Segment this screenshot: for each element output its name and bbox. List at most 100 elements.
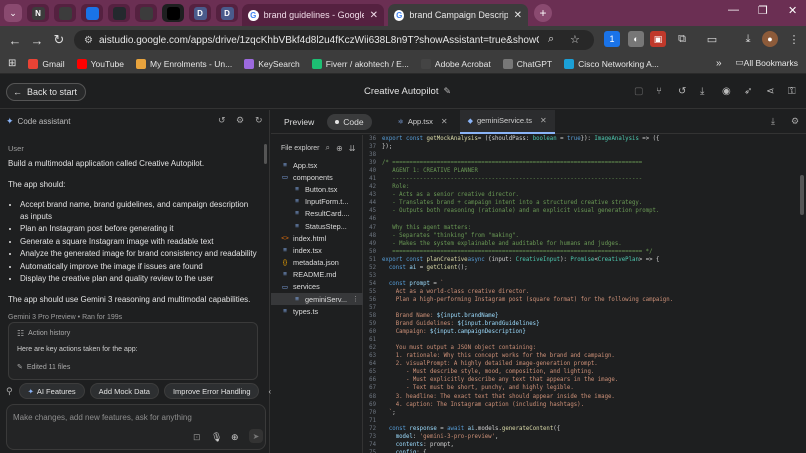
file-item[interactable]: ≡ Button.tsx [271, 183, 363, 195]
back-arrow-icon[interactable]: ← [4, 33, 26, 48]
browser-tab[interactable]: Gbrand Campaign Description fo ✕ [388, 4, 528, 26]
github-icon[interactable]: ◉ [722, 86, 731, 97]
close-tab-icon[interactable]: ✕ [441, 117, 448, 126]
close-tab-icon[interactable]: ✕ [540, 116, 547, 125]
share-branch-icon[interactable]: ⑂ [656, 86, 662, 97]
file-item[interactable]: ≡ ResultCard.... [271, 208, 363, 220]
pinned-tab[interactable] [162, 4, 184, 22]
magic-wand-icon[interactable]: ⚲ [6, 386, 13, 397]
attach-icon[interactable]: ⊡ [193, 432, 201, 443]
tab-preview[interactable]: Preview [276, 114, 322, 130]
pinned-tab[interactable]: D [189, 4, 211, 22]
file-tab-app-tsx[interactable]: ⚛ App.tsx ✕ [390, 110, 456, 134]
code-editor[interactable]: 36 export const getMockAnalysis= ({should… [364, 135, 806, 453]
google-favicon-icon: G [394, 9, 405, 21]
folder-item[interactable]: ▭ components [271, 171, 363, 183]
chip-improve-error-handling[interactable]: Improve Error Handling [163, 383, 260, 399]
new-tab-button[interactable]: + [534, 4, 552, 22]
deploy-rocket-icon[interactable]: ➶ [744, 86, 752, 97]
url-input[interactable]: ⚙ aistudio.google.com/apps/drive/1zqcKhb… [74, 30, 594, 50]
tab-search-chevron-icon[interactable]: ⌄ [4, 4, 22, 22]
chip-add-mock-data[interactable]: Add Mock Data [89, 383, 159, 399]
browser-tab-title: brand guidelines - Google Sear [263, 10, 364, 20]
file-item[interactable]: ≡ StatusStep... [271, 220, 363, 232]
chat-input[interactable]: Make changes, add new features, ask for … [6, 404, 266, 450]
bookmark-item[interactable]: Fiverr / akohtech / E... [311, 58, 409, 69]
close-tab-icon[interactable]: ✕ [370, 10, 378, 21]
download-icon[interactable]: ⤓ [740, 31, 756, 47]
zoom-search-icon[interactable]: ⌕ [548, 33, 554, 46]
browser-menu-icon[interactable]: ⋮ [786, 31, 802, 47]
refresh-icon[interactable]: ↻ [255, 115, 263, 126]
search-icon[interactable]: ⌕ [326, 143, 330, 153]
restore-history-icon[interactable]: ↺ [218, 115, 226, 126]
save-icon[interactable]: ▢ [634, 86, 643, 97]
pinned-tab[interactable]: N [27, 4, 49, 22]
restore-icon[interactable]: ❐ [758, 4, 768, 17]
key-icon[interactable]: ⚿ [788, 86, 796, 97]
bookmark-item[interactable]: YouTube [76, 58, 124, 69]
file-item[interactable]: ≡ types.ts [271, 305, 363, 317]
pinned-tab[interactable]: D [216, 4, 238, 22]
file-item[interactable]: {} metadata.json [271, 257, 363, 269]
profile-avatar[interactable]: ● [762, 31, 778, 47]
bookmark-star-icon[interactable]: ☆ [570, 33, 580, 46]
add-circle-icon[interactable]: ⊕ [231, 432, 239, 443]
apps-grid-icon[interactable]: ⊞ [8, 58, 16, 69]
file-item[interactable]: ≡ App.tsx [271, 159, 363, 171]
side-panel-icon[interactable]: ▭ [704, 31, 720, 47]
download-app-icon[interactable]: ⤓ [700, 86, 704, 97]
tab-code[interactable]: Code [327, 113, 372, 130]
history-icon[interactable]: ↺ [678, 86, 686, 97]
code-token: Campaign: [382, 329, 430, 336]
edit-pencil-icon[interactable]: ✎ [443, 86, 451, 97]
minimize-icon[interactable]: — [728, 4, 739, 16]
share-icon[interactable]: ⋖ [766, 86, 774, 97]
settings-gear-icon[interactable]: ⚙ [236, 115, 244, 126]
bookmark-item[interactable]: ChatGPT [502, 58, 552, 69]
download-code-icon[interactable]: ⤓ [771, 116, 775, 127]
editor-settings-icon[interactable]: ⚙ [791, 116, 799, 127]
extensions-puzzle-icon[interactable]: ⧉ [674, 31, 690, 47]
folder-item[interactable]: ▭ services [271, 281, 363, 293]
action-history-card[interactable]: ☷ Action history Here are key actions ta… [8, 322, 258, 380]
file-tab-gemini-service[interactable]: ◆ geminiService.ts ✕ [459, 109, 555, 134]
pinned-tab[interactable] [54, 4, 76, 22]
browser-tab[interactable]: Gbrand guidelines - Google Sear ✕ [242, 4, 384, 26]
site-info-icon[interactable]: ⚙ [84, 35, 93, 46]
bookmark-item[interactable]: My Enrolments - Un... [136, 58, 232, 69]
chat-scrollbar[interactable] [264, 144, 267, 164]
action-history-title: ☷ Action history [17, 329, 70, 338]
file-item[interactable]: ≡ geminiServ... ⋮ [271, 293, 363, 306]
file-item[interactable]: ≡ index.tsx [271, 244, 363, 256]
close-window-icon[interactable]: ✕ [788, 4, 797, 17]
more-bookmarks-icon[interactable]: » [716, 58, 722, 69]
bookmark-item[interactable]: Adobe Acrobat [420, 58, 491, 69]
edited-files[interactable]: ✎ Edited 11 files [17, 363, 70, 372]
sparkle-icon: ✦ [6, 116, 14, 126]
editor-scrollbar[interactable] [800, 175, 804, 215]
pinned-tab[interactable] [81, 4, 103, 22]
more-options-icon[interactable]: ⋮ [352, 295, 359, 303]
back-to-start-button[interactable]: ← Back to start [6, 83, 87, 101]
send-button[interactable]: ➤ [249, 429, 263, 443]
pinned-tab[interactable] [135, 4, 157, 22]
file-item[interactable]: ≡ InputForm.t... [271, 196, 363, 208]
pinned-tab[interactable] [108, 4, 130, 22]
microphone-icon[interactable]: 🎙 [211, 432, 222, 443]
bookmark-item[interactable]: Cisco Networking A... [564, 58, 659, 69]
bookmark-item[interactable]: Gmail [28, 58, 65, 69]
close-tab-icon[interactable]: ✕ [514, 10, 522, 21]
add-file-icon[interactable]: ⊕ [336, 144, 343, 153]
extension-icon-3[interactable]: ▣ [650, 31, 666, 47]
bookmark-item[interactable]: KeySearch [244, 58, 300, 69]
all-bookmarks-folder[interactable]: ▭ All Bookmarks [735, 57, 798, 68]
collapse-icon[interactable]: ⇊ [349, 144, 356, 153]
extension-badge-icon[interactable]: 1 [604, 31, 620, 47]
forward-arrow-icon[interactable]: → [26, 33, 48, 48]
reload-icon[interactable]: ↻ [48, 32, 70, 48]
chip-ai-features[interactable]: ✦ AI Features [18, 383, 85, 399]
file-item[interactable]: <> index.html [271, 232, 363, 244]
extension-icon-2[interactable]: ◐ [628, 31, 644, 47]
file-item[interactable]: ≡ README.md [271, 269, 363, 281]
